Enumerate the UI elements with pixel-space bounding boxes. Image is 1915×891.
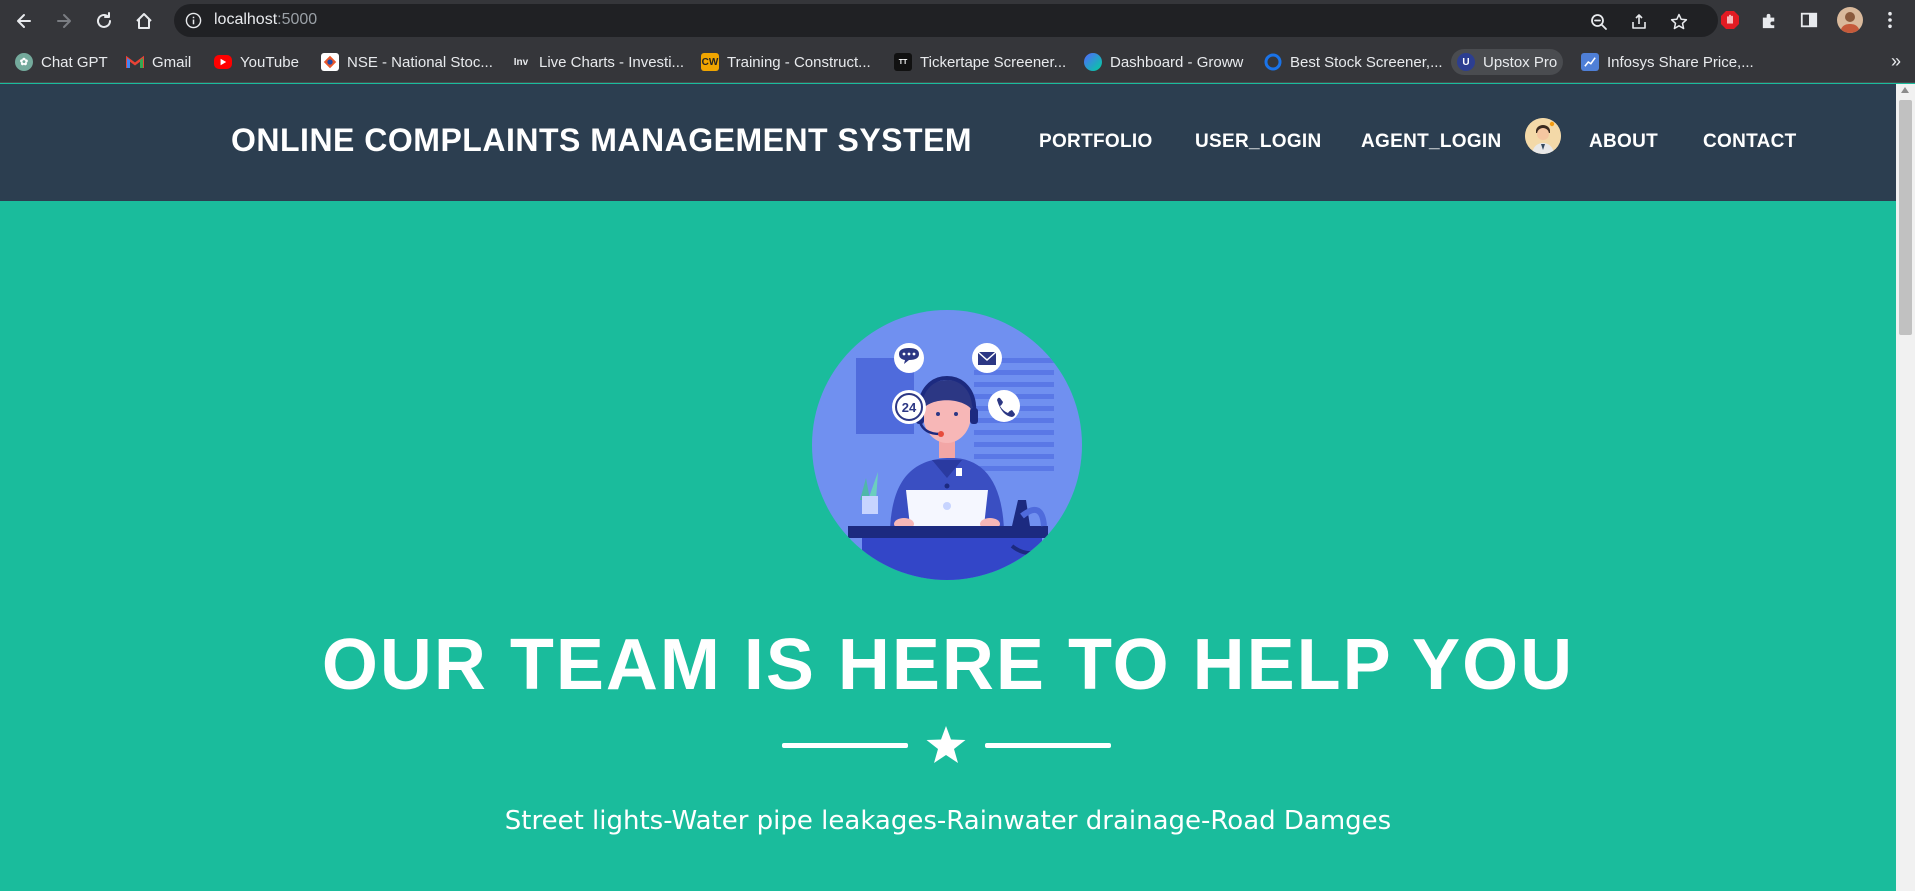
bookmark-training[interactable]: CW Training - Construct... bbox=[695, 49, 877, 75]
page-scrollbar[interactable] bbox=[1896, 84, 1915, 891]
upstox-icon: U bbox=[1457, 53, 1475, 71]
infosys-icon bbox=[1581, 53, 1599, 71]
bookmark-infosys[interactable]: Infosys Share Price,... bbox=[1575, 49, 1760, 75]
cw-icon: CW bbox=[701, 53, 719, 71]
bookmark-live-charts[interactable]: Inv Live Charts - Investi... bbox=[505, 49, 690, 75]
nav-link-user-login[interactable]: USER_LOGIN bbox=[1195, 131, 1322, 153]
groww-icon bbox=[1084, 53, 1102, 71]
bookmark-youtube[interactable]: YouTube bbox=[208, 49, 305, 75]
scrollbar-thumb[interactable] bbox=[1899, 100, 1912, 335]
bookmark-star-icon[interactable] bbox=[1670, 13, 1688, 31]
forward-icon[interactable] bbox=[51, 8, 77, 34]
bookmark-nse[interactable]: NSE - National Stoc... bbox=[315, 49, 499, 75]
address-bar[interactable]: localhost:5000 bbox=[174, 4, 1718, 37]
divider-line-left bbox=[782, 743, 908, 748]
investing-icon: Inv bbox=[513, 56, 529, 68]
reload-icon[interactable] bbox=[91, 8, 117, 34]
extensions-puzzle-icon[interactable] bbox=[1758, 9, 1780, 31]
more-bookmarks-icon[interactable]: » bbox=[1891, 51, 1901, 72]
youtube-icon bbox=[214, 55, 232, 69]
zoom-icon[interactable] bbox=[1590, 13, 1608, 31]
back-icon[interactable] bbox=[11, 8, 37, 34]
bookmark-gmail[interactable]: Gmail bbox=[120, 49, 197, 75]
chatgpt-icon: ✿ bbox=[15, 53, 33, 71]
browser-toolbar: localhost:5000 bbox=[0, 0, 1915, 41]
side-panel-icon[interactable] bbox=[1798, 9, 1820, 31]
nse-icon bbox=[321, 53, 339, 71]
adblock-extension-icon[interactable] bbox=[1719, 9, 1741, 31]
bookmark-groww[interactable]: Dashboard - Groww bbox=[1078, 49, 1249, 75]
bookmark-screener[interactable]: Best Stock Screener,... bbox=[1258, 49, 1449, 75]
share-icon[interactable] bbox=[1630, 13, 1648, 31]
bookmarks-bar: ✿ Chat GPT Gmail YouTube NSE - National … bbox=[0, 41, 1915, 83]
star-icon bbox=[926, 726, 966, 763]
hero-subtitle: Street lights-Water pipe leakages-Rainwa… bbox=[504, 806, 1392, 836]
support-agent-illustration: 24 bbox=[812, 310, 1082, 580]
agent-avatar-icon[interactable] bbox=[1525, 118, 1561, 154]
bookmark-chatgpt[interactable]: ✿ Chat GPT bbox=[9, 49, 114, 75]
tickertape-icon: TT bbox=[894, 53, 912, 71]
bookmark-upstox[interactable]: U Upstox Pro bbox=[1451, 49, 1564, 75]
home-icon[interactable] bbox=[131, 8, 157, 34]
nav-link-about[interactable]: ABOUT bbox=[1589, 131, 1658, 153]
profile-avatar-icon[interactable] bbox=[1837, 7, 1863, 33]
browser-menu-icon[interactable] bbox=[1879, 9, 1901, 31]
nav-link-portfolio[interactable]: PORTFOLIO bbox=[1039, 131, 1153, 153]
page-content: ONLINE COMPLAINTS MANAGEMENT SYSTEM PORT… bbox=[0, 84, 1896, 891]
24-hour-badge: 24 bbox=[902, 400, 917, 415]
divider-line-right bbox=[985, 743, 1111, 748]
nav-link-agent-login[interactable]: AGENT_LOGIN bbox=[1361, 131, 1502, 153]
screener-icon bbox=[1264, 53, 1282, 71]
gmail-icon bbox=[126, 53, 144, 71]
hero-title: OUR TEAM IS HERE TO HELP YOU bbox=[321, 625, 1575, 705]
site-info-icon[interactable] bbox=[185, 12, 202, 29]
scroll-up-icon[interactable] bbox=[1901, 87, 1909, 93]
bookmark-tickertape[interactable]: TT Tickertape Screener... bbox=[888, 49, 1072, 75]
site-brand[interactable]: ONLINE COMPLAINTS MANAGEMENT SYSTEM bbox=[231, 122, 972, 159]
site-navbar: ONLINE COMPLAINTS MANAGEMENT SYSTEM PORT… bbox=[0, 84, 1896, 201]
url-text[interactable]: localhost:5000 bbox=[214, 11, 317, 29]
nav-link-contact[interactable]: CONTACT bbox=[1703, 131, 1797, 153]
